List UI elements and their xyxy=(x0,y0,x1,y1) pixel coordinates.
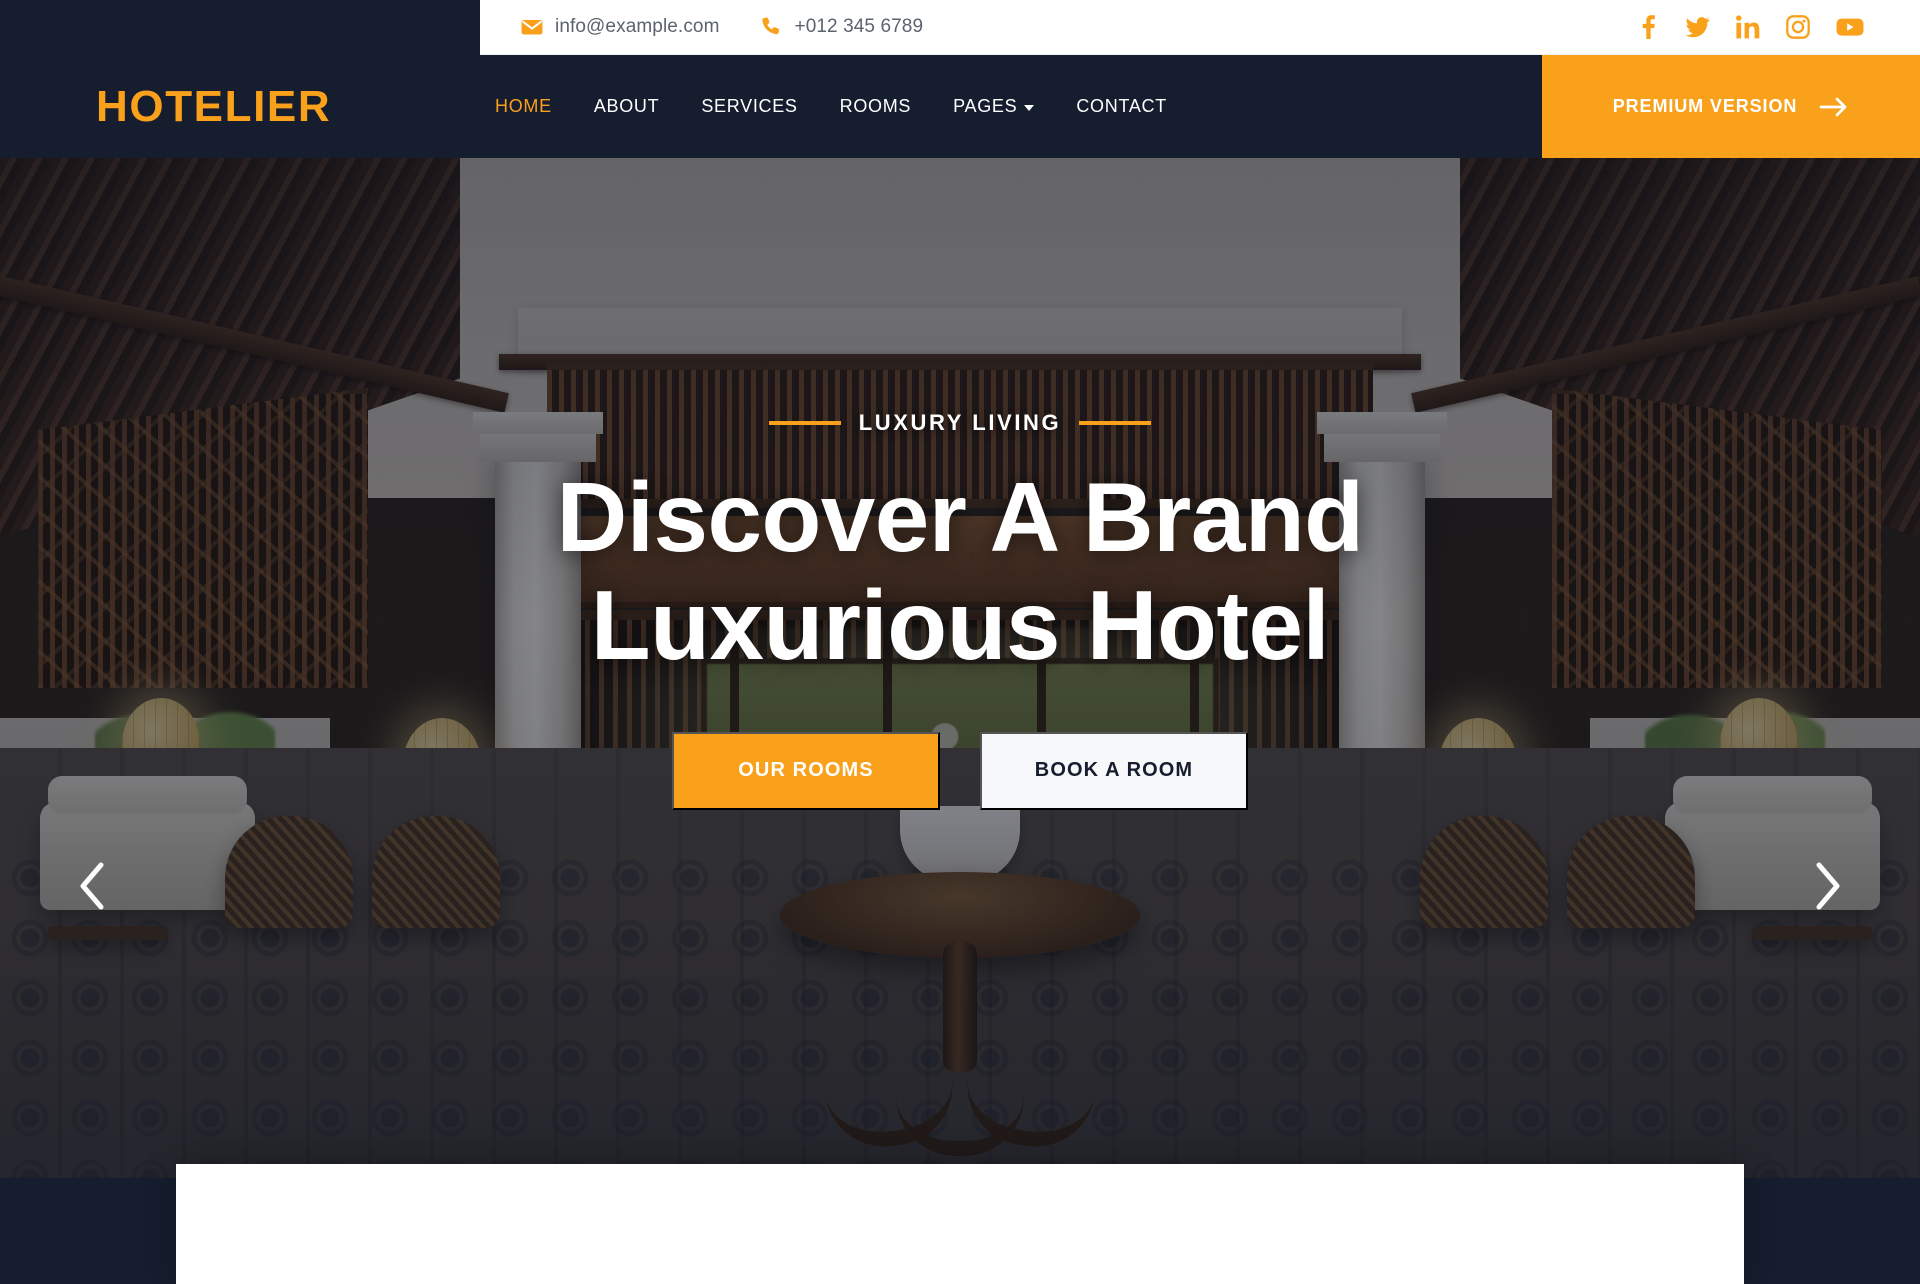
chevron-down-icon xyxy=(1024,104,1035,111)
topbar-left-spacer xyxy=(0,0,480,55)
hero-title-line-1: Discover A Brand xyxy=(556,462,1364,572)
our-rooms-button[interactable]: OUR ROOMS xyxy=(672,731,940,810)
topbar-content: info@example.com +012 345 6789 xyxy=(480,0,1920,55)
hero-title-line-2: Luxurious Hotel xyxy=(590,569,1330,680)
nav-label-pages: PAGES xyxy=(953,96,1018,116)
primary-navigation: HOME ABOUT SERVICES ROOMS PAGES CONTACT xyxy=(474,96,1188,117)
phone-icon xyxy=(760,15,784,39)
nav-item-services[interactable]: SERVICES xyxy=(680,96,818,117)
chevron-right-icon xyxy=(1811,860,1845,917)
arrow-right-icon xyxy=(1819,96,1849,118)
topbar: info@example.com +012 345 6789 xyxy=(0,0,1920,55)
youtube-icon[interactable] xyxy=(1836,16,1864,38)
nav-item-about[interactable]: ABOUT xyxy=(573,96,681,117)
premium-version-label: PREMIUM VERSION xyxy=(1612,96,1798,116)
nav-label-about: ABOUT xyxy=(593,96,660,116)
premium-version-button[interactable]: PREMIUM VERSION xyxy=(1542,55,1920,158)
instagram-icon[interactable] xyxy=(1786,15,1810,39)
book-a-room-button[interactable]: BOOK A ROOM xyxy=(980,731,1248,810)
eyebrow-rule-left xyxy=(768,421,841,425)
envelope-icon xyxy=(520,15,544,39)
email-text: info@example.com xyxy=(555,16,720,37)
nav-label-contact: CONTACT xyxy=(1076,96,1167,116)
booking-form-card[interactable] xyxy=(176,1164,1744,1284)
main-navbar: HOTELIER HOME ABOUT SERVICES ROOMS PAGES… xyxy=(0,55,1920,158)
hero-content: LUXURY LIVING Discover A Brand Luxurious… xyxy=(0,158,1920,1178)
nav-label-rooms: ROOMS xyxy=(839,96,912,116)
twitter-icon[interactable] xyxy=(1685,15,1710,39)
hero-carousel: LUXURY LIVING Discover A Brand Luxurious… xyxy=(0,158,1920,1178)
contact-email[interactable]: info@example.com xyxy=(520,15,720,39)
nav-label-services: SERVICES xyxy=(701,96,798,116)
nav-item-rooms[interactable]: ROOMS xyxy=(819,96,933,117)
chevron-left-icon xyxy=(75,860,109,917)
social-links xyxy=(1637,15,1888,39)
carousel-prev-button[interactable] xyxy=(62,858,122,918)
phone-text: +012 345 6789 xyxy=(794,16,924,37)
hero-eyebrow-text: LUXURY LIVING xyxy=(858,410,1062,435)
nav-item-pages[interactable]: PAGES xyxy=(932,96,1055,117)
hero-actions: OUR ROOMS BOOK A ROOM xyxy=(672,731,1248,810)
hero-eyebrow: LUXURY LIVING xyxy=(768,410,1152,436)
eyebrow-rule-right xyxy=(1079,421,1152,425)
linkedin-icon[interactable] xyxy=(1736,15,1760,39)
nav-item-home[interactable]: HOME xyxy=(474,96,573,117)
nav-label-home: HOME xyxy=(495,96,552,116)
carousel-next-button[interactable] xyxy=(1798,858,1858,918)
contact-group: info@example.com +012 345 6789 xyxy=(520,15,923,39)
nav-item-contact[interactable]: CONTACT xyxy=(1055,96,1188,117)
hero-title: Discover A Brand Luxurious Hotel xyxy=(556,462,1364,680)
site-logo[interactable]: HOTELIER xyxy=(0,84,480,129)
facebook-icon[interactable] xyxy=(1637,15,1659,39)
contact-phone[interactable]: +012 345 6789 xyxy=(760,15,924,39)
